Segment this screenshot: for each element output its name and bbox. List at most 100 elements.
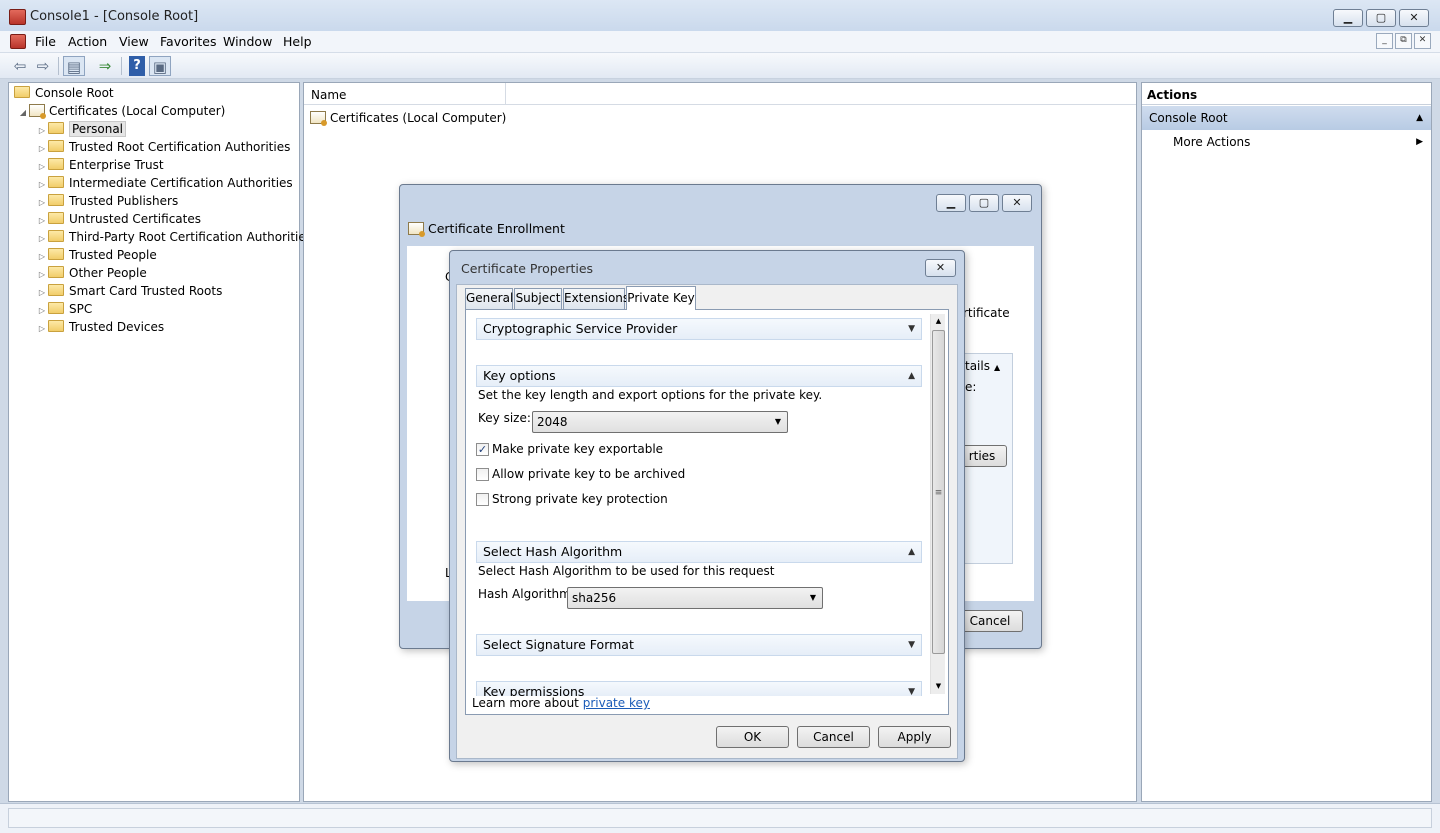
toolbar-separator <box>121 57 122 75</box>
mdi-close-button[interactable]: ✕ <box>1414 33 1431 49</box>
mmc-app-icon <box>9 9 26 25</box>
tree-item-spc[interactable]: ▷ SPC <box>36 300 92 318</box>
dialog-title: Certificate Properties <box>461 261 594 276</box>
tree-item-third-party-root-ca[interactable]: ▷ Third-Party Root Certification Authorit… <box>36 228 312 246</box>
folder-icon <box>48 212 64 224</box>
checkbox-exportable[interactable]: ✓ <box>476 443 489 456</box>
tab-subject[interactable]: Subject <box>514 288 562 309</box>
list-item-label: Certificates (Local Computer) <box>330 111 507 125</box>
expanded-triangle-icon[interactable]: ◢ <box>17 104 29 122</box>
menu-view[interactable]: View <box>119 34 149 49</box>
back-arrow-icon[interactable]: ⇦ <box>9 56 31 76</box>
private-key-link[interactable]: private key <box>583 696 650 710</box>
section-key-permissions-label: Key permissions <box>483 684 585 696</box>
folder-icon <box>14 86 30 98</box>
section-hash-label: Select Hash Algorithm <box>483 544 623 559</box>
title-bar: Console1 - [Console Root] ▁ ▢ ✕ <box>0 0 1440 34</box>
dialog-body: General Subject Extensions Private Key C… <box>456 284 958 759</box>
export-list-icon[interactable]: ⇒ <box>94 56 116 76</box>
actions-section-label: Console Root <box>1149 111 1228 125</box>
folder-icon <box>48 230 64 242</box>
learn-more-text: Learn more about <box>472 696 579 710</box>
more-actions-item[interactable]: More Actions ▶ <box>1142 132 1431 152</box>
actions-section-console-root[interactable]: Console Root ▲ <box>1142 106 1431 130</box>
tab-extensions[interactable]: Extensions <box>563 288 629 309</box>
show-hide-console-tree-icon[interactable]: ▤ <box>63 56 85 76</box>
tree-item-trusted-root-ca[interactable]: ▷ Trusted Root Certification Authorities <box>36 138 290 156</box>
section-hash-algorithm[interactable]: Select Hash Algorithm ▲ <box>476 541 922 563</box>
tree-item-label: Smart Card Trusted Roots <box>69 284 223 298</box>
menu-help[interactable]: Help <box>283 34 312 49</box>
folder-icon <box>48 248 64 260</box>
actions-header: Actions <box>1142 83 1431 105</box>
menu-bar: File Action View Favorites Window Help <box>0 31 1440 53</box>
ok-button[interactable]: OK <box>716 726 789 748</box>
menu-action[interactable]: Action <box>68 34 107 49</box>
enrollment-minimize-button[interactable]: ▁ <box>936 194 966 212</box>
private-key-tab-page: Cryptographic Service Provider ▼ Key opti… <box>465 309 949 715</box>
menu-favorites[interactable]: Favorites <box>160 34 216 49</box>
section-key-permissions[interactable]: Key permissions ▼ <box>476 681 922 696</box>
certificate-store-icon <box>29 104 46 119</box>
tree-item-untrusted-certificates[interactable]: ▷ Untrusted Certificates <box>36 210 201 228</box>
scroll-up-icon[interactable]: ▲ <box>931 314 946 329</box>
tree-item-label: Trusted Devices <box>69 320 165 334</box>
collapse-up-icon[interactable]: ▲ <box>1416 106 1423 130</box>
tab-general[interactable]: General <box>465 288 513 309</box>
tree-item-label: Trusted Publishers <box>69 194 179 208</box>
hash-algorithm-select[interactable]: sha256 ▼ <box>567 587 823 609</box>
tree-item-intermediate-ca[interactable]: ▷ Intermediate Certification Authorities <box>36 174 293 192</box>
mdi-minimize-button[interactable]: _ <box>1376 33 1393 49</box>
minimize-button[interactable]: ▁ <box>1333 9 1363 27</box>
forward-arrow-icon[interactable]: ⇨ <box>32 56 54 76</box>
learn-more-row: Learn more about private key <box>472 696 922 710</box>
maximize-button[interactable]: ▢ <box>1366 9 1396 27</box>
tab-private-key[interactable]: Private Key <box>626 286 696 310</box>
list-column-header: Name <box>304 83 1136 105</box>
section-key-options-label: Key options <box>483 368 556 383</box>
tree-item-enterprise-trust[interactable]: ▷ Enterprise Trust <box>36 156 164 174</box>
tree-item-label: Trusted People <box>69 248 157 262</box>
column-name-header[interactable]: Name <box>304 83 506 104</box>
tree-item-console-root[interactable]: Console Root <box>14 84 114 102</box>
tree-item-smart-card-trusted-roots[interactable]: ▷ Smart Card Trusted Roots <box>36 282 222 300</box>
tree-item-trusted-devices[interactable]: ▷ Trusted Devices <box>36 318 164 336</box>
menu-file[interactable]: File <box>35 34 56 49</box>
tree-item-trusted-publishers[interactable]: ▷ Trusted Publishers <box>36 192 178 210</box>
list-item[interactable]: Certificates (Local Computer) <box>310 109 506 127</box>
enrollment-text-fragment: rtificate <box>963 306 1010 320</box>
tree-item-trusted-people[interactable]: ▷ Trusted People <box>36 246 157 264</box>
enrollment-title-row: Certificate Enrollment <box>408 221 565 237</box>
close-button[interactable]: ✕ <box>1399 9 1429 27</box>
collapsed-triangle-icon[interactable]: ▷ <box>36 320 48 338</box>
show-hide-action-pane-icon[interactable]: ▣ <box>149 56 171 76</box>
vertical-scrollbar[interactable]: ▲ ≡ ▼ <box>930 314 945 694</box>
dialog-close-button[interactable]: ✕ <box>925 259 956 277</box>
apply-button[interactable]: Apply <box>878 726 951 748</box>
section-key-options[interactable]: Key options ▲ <box>476 365 922 387</box>
enrollment-close-button[interactable]: ✕ <box>1002 194 1032 212</box>
details-toggle[interactable]: tails ▲ <box>965 359 1000 373</box>
scroll-down-icon[interactable]: ▼ <box>931 679 946 694</box>
tree-item-personal[interactable]: ▷ Personal <box>36 120 127 138</box>
tree-item-other-people[interactable]: ▷ Other People <box>36 264 147 282</box>
section-csp[interactable]: Cryptographic Service Provider ▼ <box>476 318 922 340</box>
hash-description: Select Hash Algorithm to be used for thi… <box>478 564 775 578</box>
tree-item-certificates[interactable]: ◢ Certificates (Local Computer) <box>17 102 225 120</box>
tab-strip: General Subject Extensions Private Key <box>465 286 765 310</box>
enrollment-maximize-button[interactable]: ▢ <box>969 194 999 212</box>
menu-window[interactable]: Window <box>223 34 272 49</box>
mdi-restore-button[interactable]: ⧉ <box>1395 33 1412 49</box>
folder-icon <box>48 284 64 296</box>
console-tree-pane: Console Root ◢ Certificates (Local Comput… <box>8 82 312 802</box>
checkbox-archive[interactable] <box>476 468 489 481</box>
cancel-button[interactable]: Cancel <box>797 726 870 748</box>
enrollment-cancel-button[interactable]: Cancel <box>957 610 1023 632</box>
help-icon[interactable]: ? <box>129 56 145 76</box>
checkbox-strong[interactable] <box>476 493 489 506</box>
key-size-select[interactable]: 2048 ▼ <box>532 411 788 433</box>
tree-item-label: Trusted Root Certification Authorities <box>69 140 291 154</box>
section-signature-format[interactable]: Select Signature Format ▼ <box>476 634 922 656</box>
tree-item-label: Console Root <box>35 86 114 100</box>
scrollbar-thumb[interactable]: ≡ <box>932 330 945 654</box>
